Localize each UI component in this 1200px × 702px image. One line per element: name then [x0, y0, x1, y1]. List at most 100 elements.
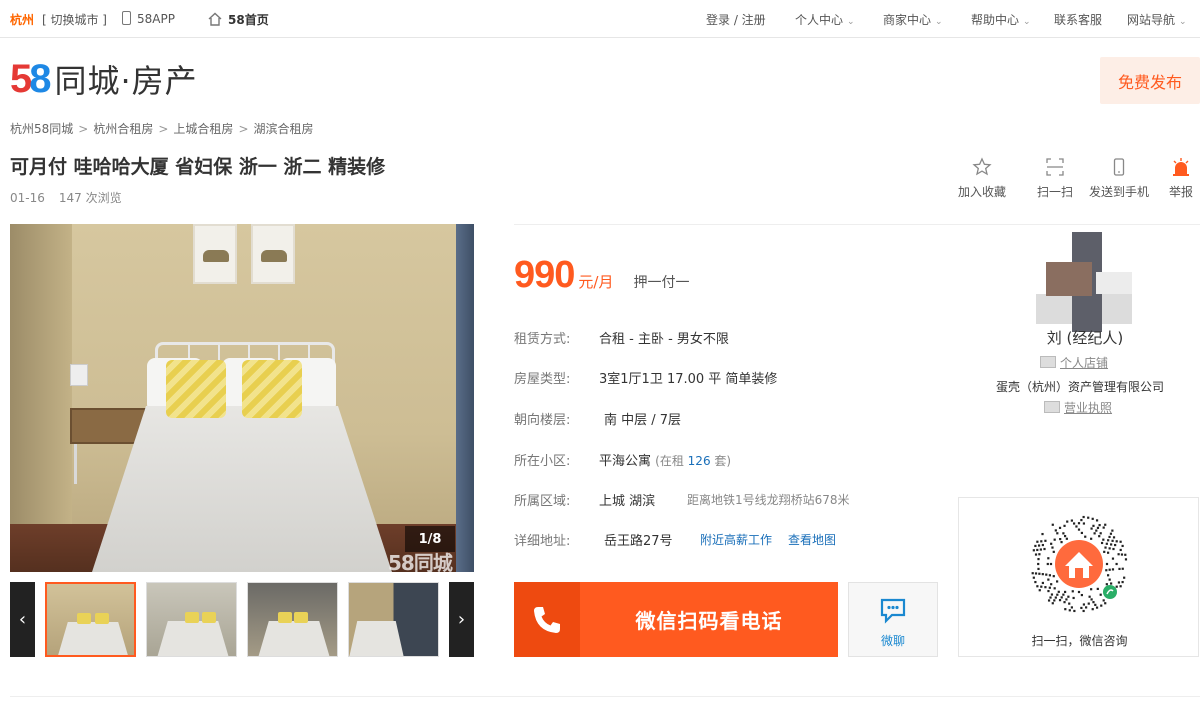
price-unit: 元/月	[578, 273, 614, 291]
payment-method: 押一付一	[633, 275, 690, 291]
listing-title: 可月付 哇哈哈大厦 省妇保 浙一 浙二 精装修	[10, 156, 386, 178]
alarm-icon	[1173, 158, 1189, 176]
nearby-jobs-link[interactable]: 附近高薪工作	[700, 531, 772, 548]
subway-distance: 距离地铁1号线龙翔桥站678米	[687, 493, 850, 507]
thumbnail[interactable]	[348, 582, 439, 657]
send-to-phone-button[interactable]: 发送到手机	[1089, 157, 1149, 200]
divider	[514, 224, 1200, 225]
report-button[interactable]: 举报	[1169, 157, 1193, 200]
info-label: 所属区域:	[514, 494, 571, 509]
info-label: 租赁方式:	[514, 332, 571, 347]
app-link[interactable]: 58APP	[122, 11, 175, 26]
nightstand	[70, 408, 146, 444]
info-value: 南 中层 / 7层	[604, 413, 682, 428]
menu-label: 商家中心	[883, 13, 932, 27]
info-value: 平海公寓 (在租 126 套)	[599, 450, 731, 469]
menu-help-center[interactable]: 帮助中心 ⌄	[971, 11, 1031, 28]
app-label: 58APP	[137, 12, 175, 26]
mobile-icon	[122, 11, 131, 25]
scan-button[interactable]: 扫一扫	[1037, 157, 1073, 200]
action-label: 举报	[1169, 185, 1194, 199]
site-logo[interactable]: 58 同城·房产	[10, 58, 198, 100]
breadcrumb-item[interactable]: 杭州58同城	[10, 122, 73, 136]
divider	[10, 696, 1200, 697]
license-label: 营业执照	[1064, 401, 1113, 415]
logo-mark: 58	[10, 57, 52, 101]
chat-bubble-icon	[880, 598, 906, 624]
scan-to-call-button[interactable]: 微信扫码看电话	[514, 582, 838, 657]
current-city[interactable]: 杭州	[10, 11, 34, 28]
phone-icon	[514, 582, 580, 657]
free-publish-button[interactable]: 免费发布	[1100, 57, 1200, 104]
info-label: 所在小区:	[514, 454, 571, 469]
community-link[interactable]: 平海公寓	[599, 454, 651, 469]
chevron-down-icon: ⌄	[935, 17, 943, 27]
listing-count-link[interactable]: 126	[688, 454, 711, 468]
listing-meta: 01-16 147 次浏览	[10, 189, 122, 206]
chevron-down-icon: ⌄	[847, 17, 855, 27]
info-value: 3室1厅1卫 17.00 平 简单装修	[599, 372, 778, 387]
community-listing-count: (在租 126 套)	[655, 454, 732, 468]
home-icon	[208, 12, 222, 26]
mobile-icon	[1113, 158, 1125, 176]
action-label: 扫一扫	[1037, 185, 1074, 199]
wall-switch	[70, 364, 88, 386]
home-label: 58首页	[228, 13, 269, 27]
favorite-button[interactable]: 加入收藏	[958, 157, 1006, 200]
breadcrumb: 杭州58同城 > 杭州合租房 > 上城合租房 > 湖滨合租房	[10, 122, 314, 136]
agent-avatar	[1036, 232, 1132, 332]
wall-picture	[251, 224, 295, 284]
thumbnail-next-button[interactable]: ›	[449, 582, 474, 657]
chat-label: 微聊	[880, 634, 905, 648]
info-value: 合租 - 主卧 - 男女不限	[599, 332, 729, 347]
menu-personal-center[interactable]: 个人中心 ⌄	[795, 11, 855, 28]
scan-icon	[1046, 158, 1064, 176]
agent-shop-link[interactable]: 个人店铺	[1040, 354, 1108, 371]
district-link[interactable]: 上城 湖滨	[599, 490, 655, 509]
action-label: 发送到手机	[1089, 185, 1150, 199]
main-photo[interactable]: 1/8 58同城	[10, 224, 474, 572]
photo-watermark: 58同城	[388, 551, 453, 572]
wechat-qr-code[interactable]	[1029, 514, 1129, 614]
site-nav-menu[interactable]: 网站导航 ⌄	[1127, 11, 1187, 28]
business-license-link[interactable]: 营业执照	[1044, 399, 1112, 416]
wall-picture	[193, 224, 237, 284]
menu-label: 帮助中心	[971, 13, 1020, 27]
info-label: 朝向楼层:	[514, 413, 571, 428]
menu-merchant-center[interactable]: 商家中心 ⌄	[883, 11, 943, 28]
shop-icon	[1040, 356, 1056, 368]
switch-city-link[interactable]: [ 切换城市 ]	[42, 11, 107, 28]
thumbnail-prev-button[interactable]: ‹	[10, 582, 35, 657]
star-icon	[972, 157, 992, 176]
shop-label: 个人店铺	[1060, 356, 1109, 370]
thumbnail[interactable]	[146, 582, 237, 657]
thumbnail[interactable]	[45, 582, 136, 657]
wechat-qr-box: 扫一扫，微信咨询	[958, 497, 1199, 657]
login-register-link[interactable]: 登录 / 注册	[706, 11, 766, 28]
address-value: 岳王路27号	[604, 534, 673, 549]
breadcrumb-item[interactable]: 杭州合租房	[93, 122, 153, 136]
qr-caption: 扫一扫，微信咨询	[1031, 634, 1128, 648]
top-bar: 杭州 [ 切换城市 ] 58APP 58首页 登录 / 注册 个人中心 ⌄ 商家中…	[0, 0, 1200, 38]
price-block: 990 元/月 押一付一	[514, 254, 689, 297]
breadcrumb-item[interactable]: 上城合租房	[173, 122, 233, 136]
home-link[interactable]: 58首页	[208, 11, 269, 28]
menu-label: 网站导航	[1127, 13, 1176, 27]
view-count: 147 次浏览	[58, 191, 122, 205]
wechat-chat-button[interactable]: 微聊	[848, 582, 938, 657]
breadcrumb-item[interactable]: 湖滨合租房	[254, 122, 314, 136]
yellow-pillow	[166, 360, 226, 418]
action-label: 加入收藏	[958, 185, 1007, 199]
chevron-down-icon: ⌄	[1023, 17, 1031, 27]
customer-service-link[interactable]: 联系客服	[1054, 11, 1102, 28]
yellow-pillow	[242, 360, 302, 418]
thumbnail[interactable]	[247, 582, 338, 657]
call-button-label: 微信扫码看电话	[635, 609, 783, 633]
agent-name: 刘 (经纪人)	[1046, 329, 1124, 347]
agent-company: 蛋壳（杭州）资产管理有限公司	[996, 380, 1165, 394]
logo-text: 同城·房产	[54, 62, 198, 100]
post-date: 01-16	[10, 191, 45, 205]
license-icon	[1044, 401, 1060, 413]
menu-label: 个人中心	[795, 13, 844, 27]
view-map-link[interactable]: 查看地图	[788, 531, 836, 548]
